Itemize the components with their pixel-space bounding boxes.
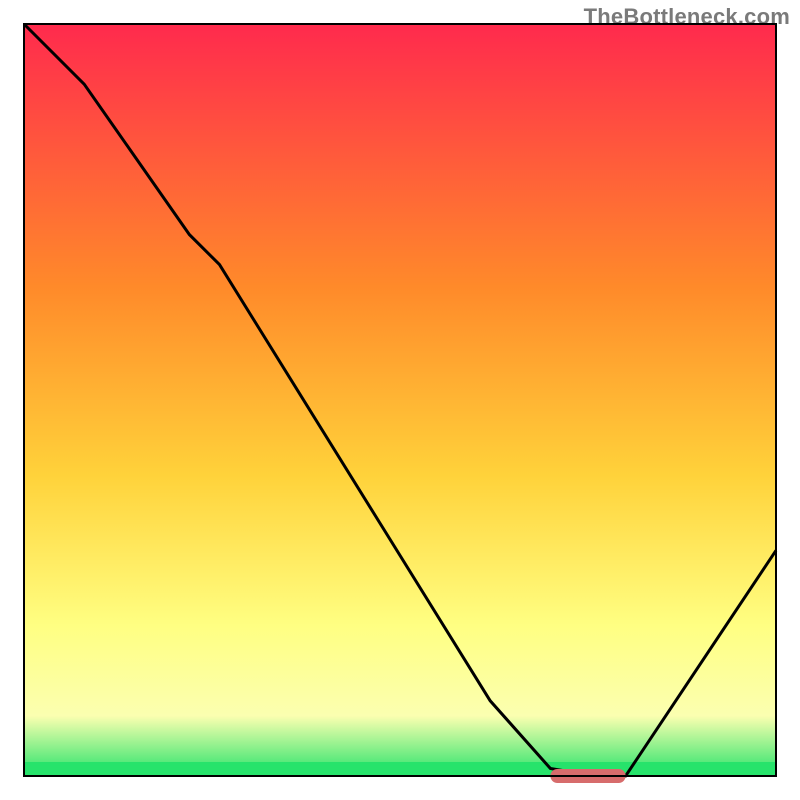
baseline-band: [24, 762, 776, 776]
bottleneck-chart: [0, 0, 800, 800]
chart-container: TheBottleneck.com: [0, 0, 800, 800]
plot-background: [24, 24, 776, 776]
